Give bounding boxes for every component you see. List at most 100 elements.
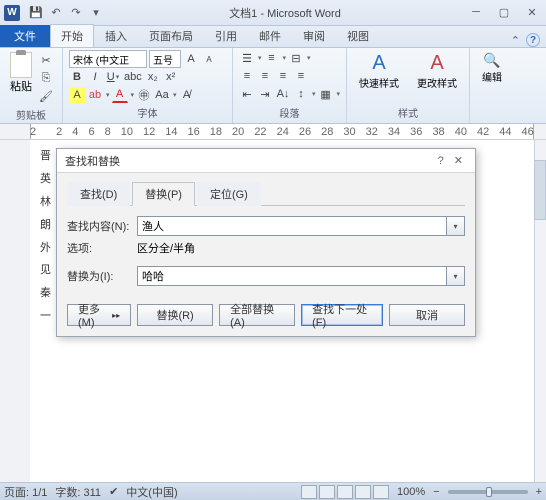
format-painter-icon[interactable]: 🖌 <box>38 88 54 104</box>
change-case-icon[interactable]: Aa <box>154 87 170 103</box>
decrease-indent-icon[interactable]: ⇤ <box>239 86 255 102</box>
underline-button[interactable]: U▾ <box>105 69 121 85</box>
replace-dropdown-icon[interactable]: ▾ <box>447 266 465 286</box>
align-center-icon[interactable]: ≡ <box>257 68 273 84</box>
shrink-font-icon[interactable]: A <box>201 51 217 67</box>
status-page[interactable]: 页面: 1/1 <box>4 484 47 500</box>
cancel-button[interactable]: 取消 <box>389 304 465 326</box>
copy-icon[interactable]: ⎘ <box>38 70 54 86</box>
undo-icon[interactable]: ↶ <box>48 5 64 21</box>
tab-layout[interactable]: 页面布局 <box>138 24 204 47</box>
doc-line: 见 <box>40 260 51 281</box>
more-button[interactable]: 更多(M)▸▸ <box>67 304 131 326</box>
font-size-combo[interactable] <box>149 50 181 68</box>
tab-home[interactable]: 开始 <box>50 24 94 47</box>
tab-insert[interactable]: 插入 <box>94 24 138 47</box>
find-icon: 🔍 <box>483 52 500 69</box>
dialog-tabs: 查找(D) 替换(P) 定位(G) <box>67 181 465 206</box>
line-spacing-icon[interactable]: ↕ <box>293 86 309 102</box>
change-styles-button[interactable]: A 更改样式 <box>411 50 463 92</box>
scrollbar-thumb[interactable] <box>534 160 546 220</box>
quick-styles-label: 快速样式 <box>359 75 399 90</box>
dialog-tab-goto[interactable]: 定位(G) <box>197 182 261 206</box>
increase-indent-icon[interactable]: ⇥ <box>257 86 273 102</box>
zoom-in-icon[interactable]: + <box>536 486 542 498</box>
strike-button[interactable]: abc <box>123 69 143 85</box>
view-fullscreen-icon[interactable] <box>319 485 335 499</box>
italic-button[interactable]: I <box>87 69 103 85</box>
editing-label: 编辑 <box>482 69 502 84</box>
dialog-help-icon[interactable]: ? <box>432 155 450 167</box>
status-language[interactable]: 中文(中国) <box>126 484 177 500</box>
options-value: 区分全/半角 <box>137 240 195 256</box>
find-next-button[interactable]: 查找下一处(F) <box>301 304 383 326</box>
highlight-icon[interactable]: A <box>69 87 85 103</box>
cut-icon[interactable]: ✂ <box>38 52 54 68</box>
titlebar: W 💾 ↶ ↷ ▾ 文档1 - Microsoft Word ─ ▢ ✕ <box>0 0 546 26</box>
window-title: 文档1 - Microsoft Word <box>104 5 466 21</box>
tab-view[interactable]: 视图 <box>336 24 380 47</box>
view-outline-icon[interactable] <box>355 485 371 499</box>
maximize-icon[interactable]: ▢ <box>494 6 514 19</box>
group-paragraph: ☰▾ ≡▾ ⊟▾ ≡ ≡ ≡ ≡ ⇤ ⇥ A↓ ↕▾ ▦▾ 段落 <box>233 48 347 123</box>
sort-icon[interactable]: A↓ <box>275 86 291 102</box>
group-label-paragraph: 段落 <box>239 104 340 121</box>
replace-input[interactable] <box>137 266 447 286</box>
minimize-icon[interactable]: ─ <box>466 6 486 19</box>
qat-more-icon[interactable]: ▾ <box>88 5 104 21</box>
proofing-icon[interactable]: ✔ <box>109 485 118 498</box>
find-replace-dialog: 查找和替换 ? ✕ 查找(D) 替换(P) 定位(G) 查找内容(N): ▾ 选… <box>56 148 476 337</box>
dialog-tab-find[interactable]: 查找(D) <box>67 182 130 206</box>
view-print-icon[interactable] <box>301 485 317 499</box>
change-styles-icon: A <box>430 52 443 75</box>
font-name-combo[interactable] <box>69 50 147 68</box>
superscript-button[interactable]: x² <box>163 69 179 85</box>
text-effects-icon[interactable]: ab <box>87 87 103 103</box>
multilevel-icon[interactable]: ⊟ <box>288 50 304 66</box>
close-icon[interactable]: ✕ <box>522 6 542 19</box>
replace-all-button[interactable]: 全部替换(A) <box>219 304 295 326</box>
tab-references[interactable]: 引用 <box>204 24 248 47</box>
zoom-out-icon[interactable]: − <box>433 486 439 498</box>
ribbon: 粘贴 ✂ ⎘ 🖌 剪贴板 A A B I U▾ abc x₂ x² A ab▾ <box>0 48 546 124</box>
zoom-slider[interactable] <box>448 490 528 494</box>
view-draft-icon[interactable] <box>373 485 389 499</box>
find-dropdown-icon[interactable]: ▾ <box>447 216 465 236</box>
redo-icon[interactable]: ↷ <box>68 5 84 21</box>
paste-button[interactable]: 粘贴 <box>6 50 36 106</box>
dialog-tab-replace[interactable]: 替换(P) <box>132 182 195 206</box>
group-label-clipboard: 剪贴板 <box>6 106 56 123</box>
dialog-titlebar[interactable]: 查找和替换 ? ✕ <box>57 149 475 173</box>
group-label-font: 字体 <box>69 104 226 121</box>
clear-format-icon[interactable]: A̸ <box>179 87 195 103</box>
zoom-level[interactable]: 100% <box>397 486 425 498</box>
bullets-icon[interactable]: ☰ <box>239 50 255 66</box>
ruler[interactable]: 2246810121416182022242628303234363840424… <box>0 124 546 140</box>
ribbon-minimize-icon[interactable]: ⌃ <box>505 34 526 47</box>
bold-button[interactable]: B <box>69 69 85 85</box>
editing-button[interactable]: 🔍 编辑 <box>476 50 508 86</box>
tab-review[interactable]: 审阅 <box>292 24 336 47</box>
options-label: 选项: <box>67 240 137 256</box>
view-web-icon[interactable] <box>337 485 353 499</box>
status-words[interactable]: 字数: 311 <box>55 484 101 500</box>
save-icon[interactable]: 💾 <box>28 5 44 21</box>
quick-styles-button[interactable]: A 快速样式 <box>353 50 405 92</box>
find-label: 查找内容(N): <box>67 218 137 234</box>
justify-icon[interactable]: ≡ <box>293 68 309 84</box>
tab-mailings[interactable]: 邮件 <box>248 24 292 47</box>
zoom-thumb[interactable] <box>486 487 492 497</box>
numbering-icon[interactable]: ≡ <box>264 50 280 66</box>
help-icon[interactable]: ? <box>526 33 540 47</box>
align-right-icon[interactable]: ≡ <box>275 68 291 84</box>
subscript-button[interactable]: x₂ <box>145 69 161 85</box>
replace-button[interactable]: 替换(R) <box>137 304 213 326</box>
dialog-close-icon[interactable]: ✕ <box>450 154 467 167</box>
find-input[interactable] <box>137 216 447 236</box>
font-color-icon[interactable]: A <box>112 87 128 103</box>
grow-font-icon[interactable]: A <box>183 51 199 67</box>
shading-icon[interactable]: ▦ <box>318 86 334 102</box>
circle-text-icon[interactable]: ㊥ <box>136 87 152 103</box>
tab-file[interactable]: 文件 <box>0 25 50 47</box>
align-left-icon[interactable]: ≡ <box>239 68 255 84</box>
